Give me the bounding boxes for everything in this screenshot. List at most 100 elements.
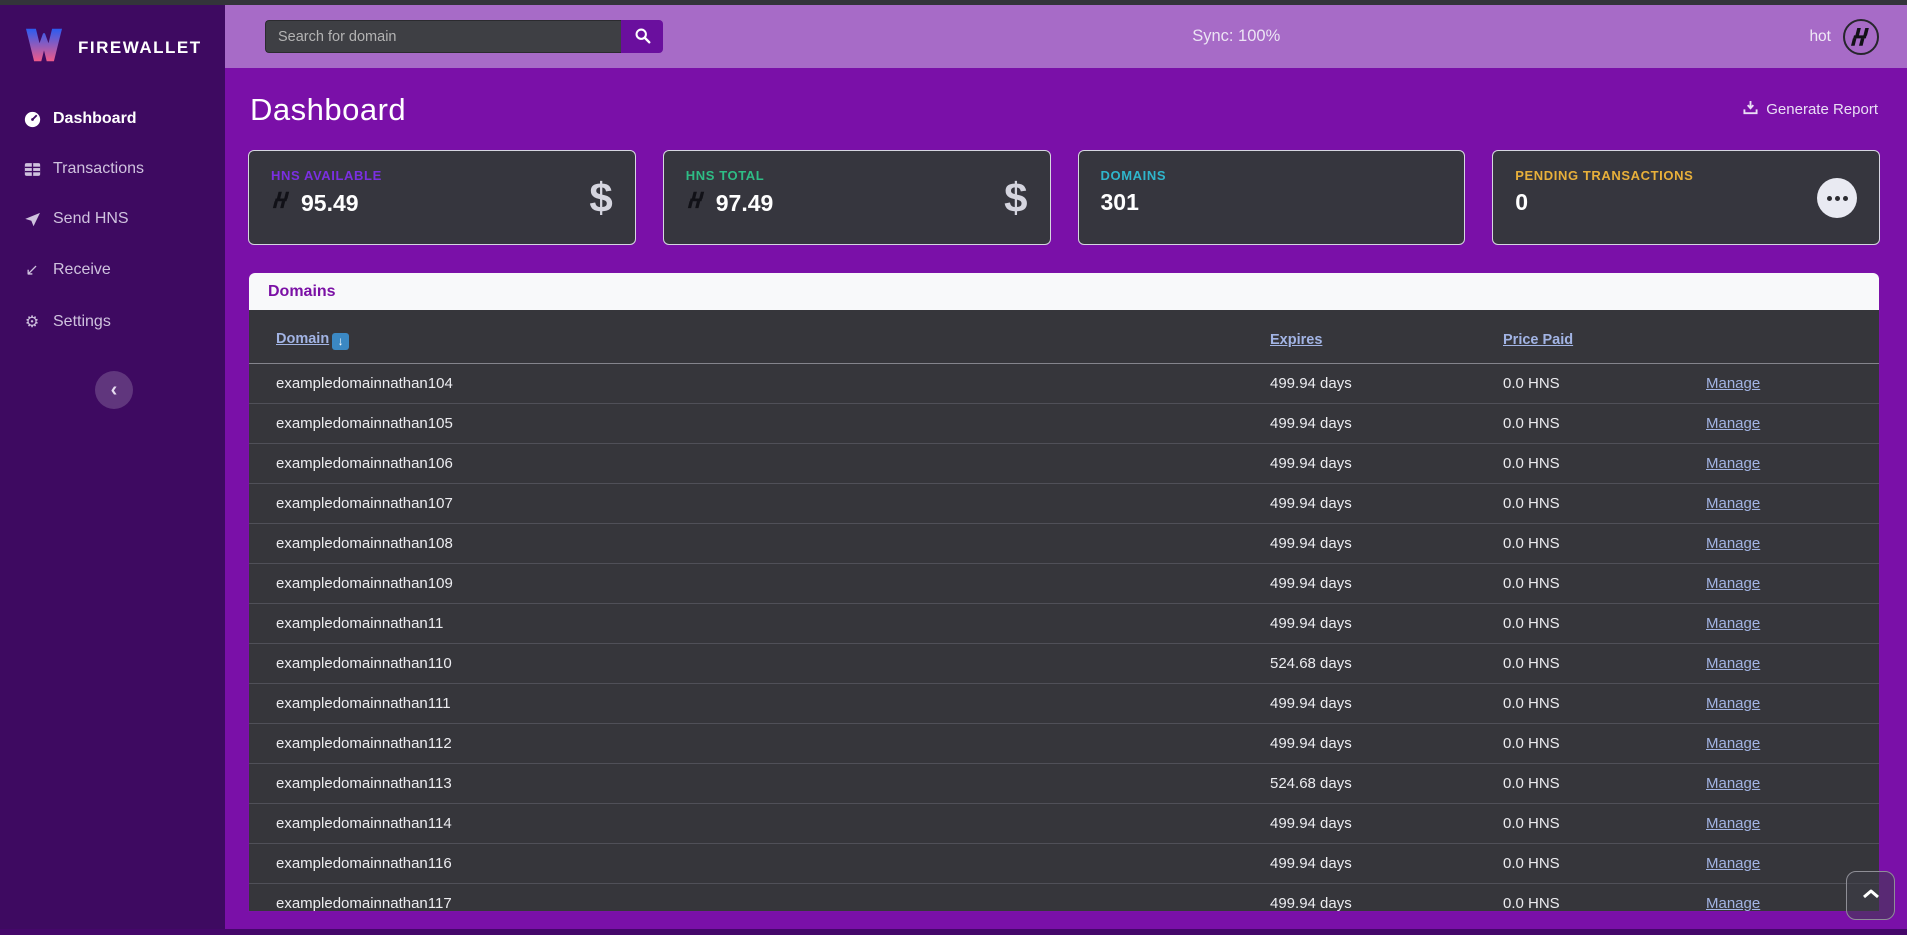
manage-link[interactable]: Manage [1706,415,1760,432]
domain-name: exampledomainnathan108 [276,535,453,552]
sidebar-item-receive[interactable]: ↙ Receive [0,244,225,296]
domain-name: exampledomainnathan11 [276,615,443,632]
manage-link[interactable]: Manage [1706,375,1760,392]
domain-expires: 499.94 days [1270,375,1352,392]
domain-expires: 524.68 days [1270,775,1352,792]
domains-table: Domain↓ Expires Price Paid exampledomain… [249,310,1879,912]
domain-price-paid: 0.0 HNS [1503,615,1560,632]
sort-descending-icon[interactable]: ↓ [332,333,349,350]
domain-name: exampledomainnathan109 [276,575,453,592]
table-row: exampledomainnathan109 499.94 days 0.0 H… [249,564,1879,604]
stat-card-domains: DOMAINS 301 [1078,150,1466,245]
domain-price-paid: 0.0 HNS [1503,815,1560,832]
window-top-edge [0,0,1907,5]
column-header-domain[interactable]: Domain [276,331,329,347]
manage-link[interactable]: Manage [1706,695,1760,712]
stat-card-value: 0 [1515,189,1693,216]
domain-expires: 499.94 days [1270,615,1352,632]
domain-expires: 499.94 days [1270,815,1352,832]
table-row: exampledomainnathan105 499.94 days 0.0 H… [249,404,1879,444]
sidebar-item-label: Receive [53,261,111,279]
domain-name: exampledomainnathan116 [276,855,452,872]
domain-name: exampledomainnathan107 [276,495,453,512]
manage-link[interactable]: Manage [1706,855,1760,872]
window-bottom-edge [0,929,1907,935]
stat-card-label: PENDING TRANSACTIONS [1515,168,1693,183]
stat-card-label: HNS AVAILABLE [271,168,382,183]
sidebar-collapse-button[interactable]: ‹ [95,371,133,409]
firewallet-logo-icon [22,27,66,68]
domain-name: exampledomainnathan106 [276,455,453,472]
table-row: exampledomainnathan108 499.94 days 0.0 H… [249,524,1879,564]
domain-price-paid: 0.0 HNS [1503,375,1560,392]
wallet-name: hot [1809,28,1831,46]
topbar: Sync: 100% hot [225,5,1907,68]
manage-link[interactable]: Manage [1706,495,1760,512]
domains-panel-header: Domains [249,273,1879,310]
generate-report-button[interactable]: Generate Report [1743,100,1878,119]
ellipsis-icon [1827,196,1832,201]
table-row: exampledomainnathan104 499.94 days 0.0 H… [249,364,1879,404]
domain-price-paid: 0.0 HNS [1503,735,1560,752]
manage-link[interactable]: Manage [1706,775,1760,792]
table-row: exampledomainnathan111 499.94 days 0.0 H… [249,684,1879,724]
table-row: exampledomainnathan116 499.94 days 0.0 H… [249,844,1879,884]
domain-expires: 499.94 days [1270,415,1352,432]
ellipsis-menu-button[interactable] [1817,178,1857,218]
table-row: exampledomainnathan106 499.94 days 0.0 H… [249,444,1879,484]
domain-expires: 499.94 days [1270,575,1352,592]
domain-name: exampledomainnathan105 [276,415,453,432]
column-header-price-paid[interactable]: Price Paid [1503,332,1573,348]
domain-search [265,20,663,53]
manage-link[interactable]: Manage [1706,815,1760,832]
sidebar-item-transactions[interactable]: Transactions [0,144,225,194]
chevron-left-icon: ‹ [111,379,118,401]
sidebar-item-dashboard[interactable]: Dashboard [0,94,225,144]
sidebar-item-label: Transactions [53,160,144,178]
manage-link[interactable]: Manage [1706,895,1760,912]
stat-card-label: DOMAINS [1101,168,1167,183]
domain-name: exampledomainnathan104 [276,375,453,392]
table-row: exampledomainnathan113 524.68 days 0.0 H… [249,764,1879,804]
page-header: Dashboard Generate Report [248,92,1880,128]
domain-name: exampledomainnathan114 [276,815,452,832]
search-input[interactable] [265,20,621,53]
stat-card-hns-available: HNS AVAILABLE 95.49 $ [248,150,636,245]
sidebar-item-settings[interactable]: ⚙ Settings [0,296,225,348]
search-icon [634,27,651,47]
stat-card-value: 97.49 [686,189,774,217]
domain-expires: 499.94 days [1270,695,1352,712]
manage-link[interactable]: Manage [1706,535,1760,552]
domain-price-paid: 0.0 HNS [1503,775,1560,792]
stat-cards: HNS AVAILABLE 95.49 $ HNS TOTAL [248,150,1880,245]
column-header-expires[interactable]: Expires [1270,332,1322,348]
sidebar: FIREWALLET Dashboard Transactions Send H… [0,5,225,935]
arrow-down-left-icon: ↙ [22,260,42,280]
stat-card-value: 95.49 [271,189,382,217]
gear-icon: ⚙ [22,312,42,332]
paper-plane-icon [22,211,42,228]
table-row: exampledomainnathan110 524.68 days 0.0 H… [249,644,1879,684]
handshake-logo-icon[interactable] [1843,19,1879,55]
domain-price-paid: 0.0 HNS [1503,495,1560,512]
domain-expires: 499.94 days [1270,735,1352,752]
domain-price-paid: 0.0 HNS [1503,455,1560,472]
table-row: exampledomainnathan107 499.94 days 0.0 H… [249,484,1879,524]
stat-card-label: HNS TOTAL [686,168,774,183]
brand: FIREWALLET [0,5,225,94]
manage-link[interactable]: Manage [1706,615,1760,632]
handshake-logo-icon [686,189,708,217]
generate-report-label: Generate Report [1766,101,1878,118]
sidebar-nav: Dashboard Transactions Send HNS ↙ Receiv… [0,94,225,348]
manage-link[interactable]: Manage [1706,575,1760,592]
manage-link[interactable]: Manage [1706,735,1760,752]
sidebar-item-send-hns[interactable]: Send HNS [0,194,225,244]
domain-price-paid: 0.0 HNS [1503,895,1560,912]
scroll-to-top-button[interactable] [1846,871,1895,920]
domain-expires: 499.94 days [1270,855,1352,872]
search-button[interactable] [621,20,663,53]
domain-price-paid: 0.0 HNS [1503,575,1560,592]
domain-price-paid: 0.0 HNS [1503,415,1560,432]
manage-link[interactable]: Manage [1706,655,1760,672]
manage-link[interactable]: Manage [1706,455,1760,472]
